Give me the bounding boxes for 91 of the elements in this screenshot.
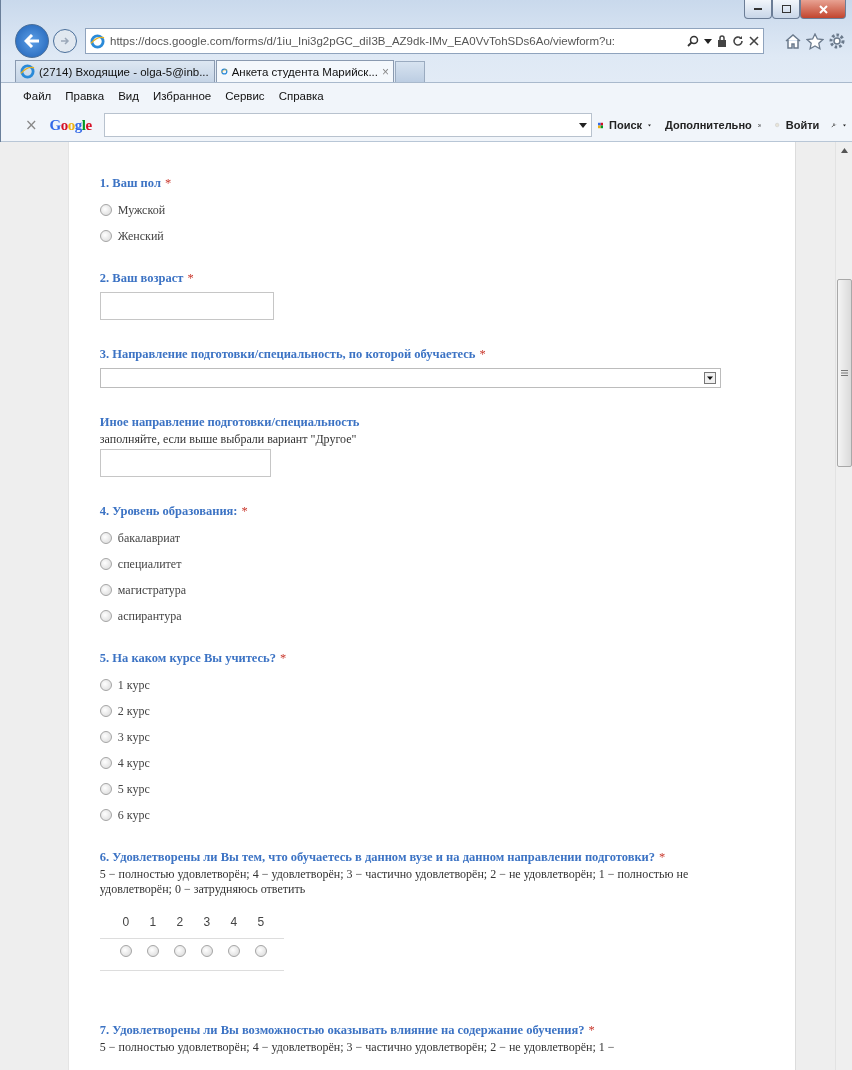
- scale-number: 0: [121, 915, 131, 931]
- maximize-icon[interactable]: [781, 5, 791, 13]
- scrollbar[interactable]: [835, 142, 852, 1070]
- search-icon[interactable]: [687, 35, 699, 47]
- lock-icon: [717, 35, 727, 47]
- scale-number: 4: [229, 915, 239, 931]
- option-label: 4 курс: [117, 755, 150, 771]
- ie-icon: [90, 33, 105, 49]
- browser-tab[interactable]: Анкета студента Марийск... ×: [216, 60, 394, 82]
- option-label: 3 курс: [117, 729, 150, 745]
- radio-button[interactable]: [99, 230, 112, 242]
- radio-button[interactable]: [99, 610, 112, 622]
- radio-button[interactable]: [146, 945, 159, 957]
- question-title: 4. Уровень образования: *: [99, 504, 249, 519]
- radio-button[interactable]: [227, 945, 240, 957]
- browser-tab[interactable]: (2714) Входящие - olga-5@inb...: [15, 60, 215, 82]
- menu-item[interactable]: Файл: [23, 90, 52, 102]
- settings-icon[interactable]: [828, 32, 846, 50]
- search-field[interactable]: [103, 113, 592, 137]
- radio-button[interactable]: [99, 731, 112, 743]
- scale-number: 3: [202, 915, 212, 931]
- option-label: 5 курс: [117, 781, 150, 797]
- maximize-button[interactable]: [772, 0, 800, 19]
- star-icon[interactable]: [806, 32, 824, 50]
- google-logo: Google: [49, 116, 92, 134]
- option-label: Женский: [117, 228, 164, 244]
- option-label: 6 курс: [117, 807, 150, 823]
- menu-item[interactable]: Справка: [278, 90, 324, 102]
- search-button[interactable]: Поиск: [609, 119, 643, 131]
- scroll-up-icon[interactable]: [840, 148, 848, 153]
- radio-button[interactable]: [119, 945, 132, 957]
- radio-button[interactable]: [99, 809, 112, 821]
- stop-icon[interactable]: [749, 36, 759, 46]
- question-title: Иное направление подготовки/специальность: [99, 415, 361, 430]
- text-field[interactable]: [99, 292, 274, 320]
- question-help: 5 − полностью удовлетворён; 4 − удовлетворён; 3 − частично удовлетворён; 2 − не удовлетворён; 1 − полностью не удовлетворён; 0 − затрудняюсь ответить: [99, 867, 690, 897]
- menu-item[interactable]: Избранное: [152, 90, 212, 102]
- minimize-icon[interactable]: [754, 7, 762, 11]
- question-title: 1. Ваш пол *: [99, 176, 173, 191]
- caret-icon[interactable]: [843, 122, 846, 128]
- radio-button[interactable]: [99, 757, 112, 769]
- dropdown-caret-icon[interactable]: [578, 122, 587, 128]
- close-tab-icon[interactable]: ×: [382, 64, 389, 79]
- question-title: 5. На каком курсе Вы учитесь? *: [99, 651, 288, 666]
- more-button[interactable]: Дополнительно: [664, 119, 752, 131]
- question-title: 2. Ваш возраст *: [99, 271, 195, 286]
- grip-icon: [840, 370, 848, 376]
- option-label: специалитет: [117, 556, 182, 572]
- caret-icon[interactable]: [704, 38, 712, 44]
- radio-button[interactable]: [99, 679, 112, 691]
- menu-item[interactable]: Вид: [118, 90, 139, 102]
- radio-button[interactable]: [99, 532, 112, 544]
- new-tab-button[interactable]: [395, 61, 425, 82]
- radio-button[interactable]: [99, 584, 112, 596]
- option-label: 2 курс: [117, 703, 150, 719]
- radio-button[interactable]: [99, 783, 112, 795]
- scale-number: 5: [256, 915, 266, 931]
- radio-button[interactable]: [173, 945, 186, 957]
- scrollbar-thumb[interactable]: [836, 279, 852, 467]
- radio-button[interactable]: [200, 945, 213, 957]
- forward-button[interactable]: [53, 29, 77, 53]
- sign-in-button[interactable]: Войти: [785, 119, 820, 131]
- radio-button[interactable]: [254, 945, 267, 957]
- minimize-button[interactable]: [744, 0, 772, 19]
- option-label: магистратура: [117, 582, 187, 598]
- question-help: 5 − полностью удовлетворён; 4 − удовлетворён; 3 − частично удовлетворён; 2 − не удовлетворён; 1 −: [99, 1040, 616, 1055]
- question-help: заполняйте, если выше выбрали вариант "Другое": [99, 432, 358, 447]
- option-label: бакалавриат: [117, 530, 180, 546]
- menu-item[interactable]: Правка: [65, 90, 105, 102]
- question-title: 6. Удовлетворены ли Вы тем, что обучаетесь в данном вузе и на данном направлении подготовки? *: [99, 850, 667, 865]
- back-arrow-icon[interactable]: [24, 34, 40, 48]
- question-title: 7. Удовлетворены ли Вы возможностью оказывать влияние на содержание обучения? *: [99, 1023, 596, 1038]
- option-label: Мужской: [117, 202, 166, 218]
- text-field[interactable]: [99, 449, 271, 477]
- forward-arrow-icon[interactable]: [60, 36, 70, 46]
- ie-icon: [20, 64, 35, 79]
- option-label: 1 курс: [117, 677, 150, 693]
- refresh-icon[interactable]: [732, 35, 744, 47]
- menu-item[interactable]: Сервис: [225, 90, 265, 102]
- caret-icon[interactable]: [648, 122, 651, 128]
- radio-button[interactable]: [99, 705, 112, 717]
- option-label: аспирантура: [117, 608, 182, 624]
- close-icon[interactable]: [818, 4, 828, 14]
- radio-button[interactable]: [99, 204, 112, 216]
- scale-number: 1: [148, 915, 158, 931]
- home-icon[interactable]: [784, 33, 802, 49]
- question-title: 3. Направление подготовки/специальность, по которой обучаетесь *: [99, 347, 487, 362]
- close-button[interactable]: [800, 0, 846, 19]
- back-button[interactable]: [15, 24, 49, 58]
- radio-button[interactable]: [99, 558, 112, 570]
- scale-number: 2: [175, 915, 185, 931]
